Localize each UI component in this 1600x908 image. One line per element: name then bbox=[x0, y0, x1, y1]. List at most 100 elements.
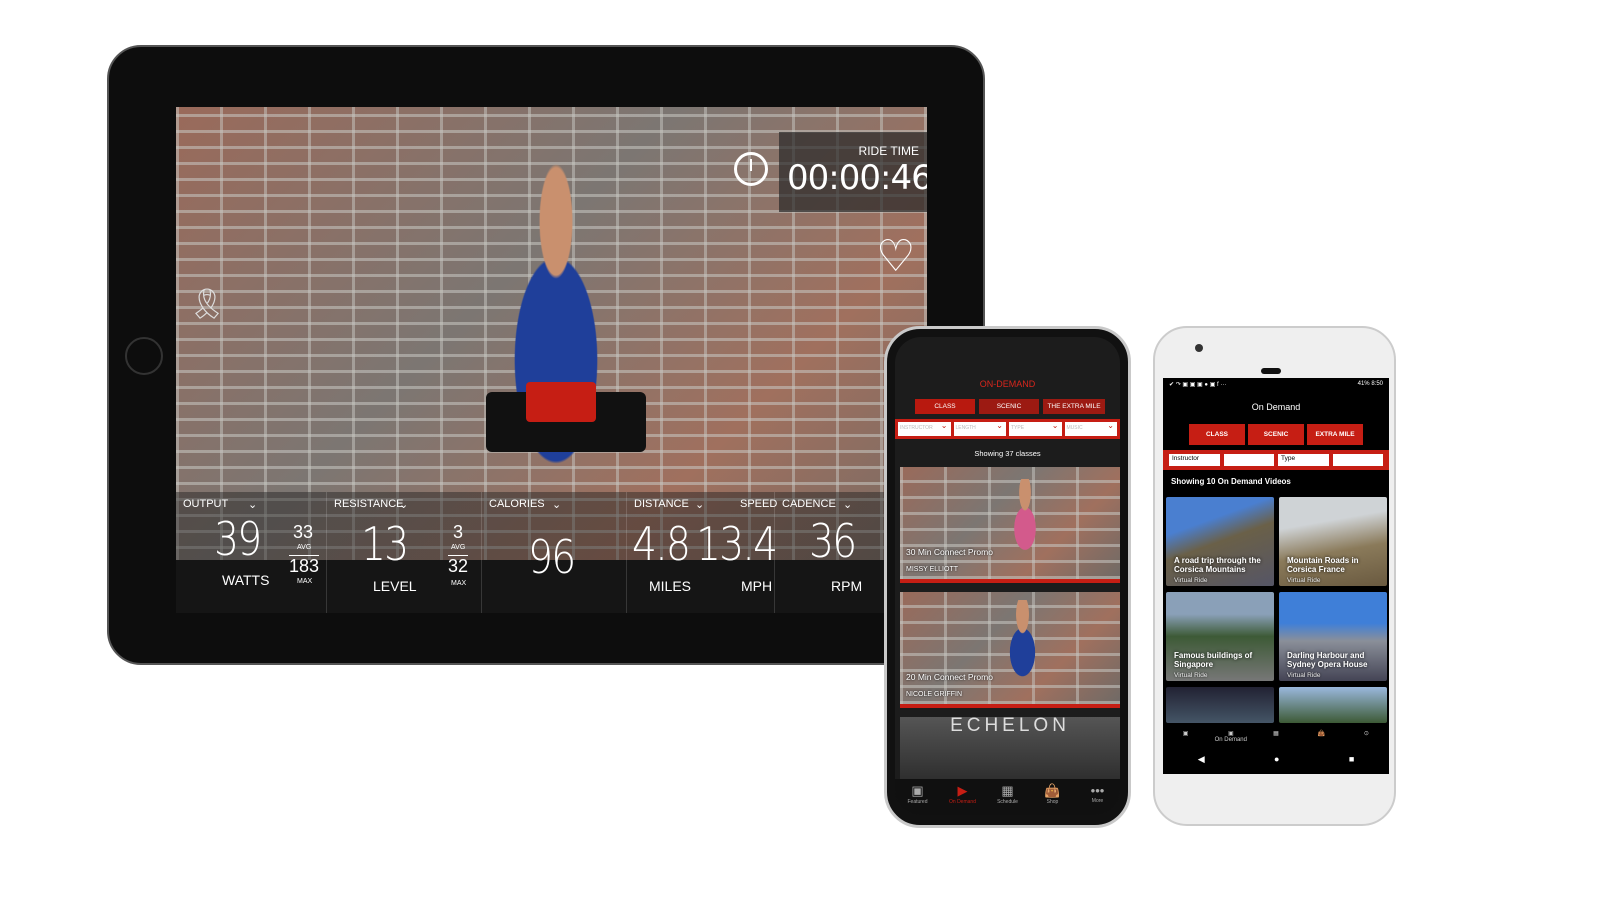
chevron-down-icon[interactable]: ⌄ bbox=[552, 498, 561, 511]
stat-label: CALORIES bbox=[489, 498, 545, 510]
stat-calories[interactable]: CALORIES ⌄ 96 bbox=[481, 492, 626, 613]
shopping-bag-icon: 👜 bbox=[1044, 783, 1061, 798]
stat-unit: LEVEL bbox=[373, 578, 417, 594]
ride-time-panel: RIDE TIME 00:00:46 bbox=[779, 132, 927, 212]
nav-label: Shop bbox=[1046, 799, 1059, 805]
award-ribbon-icon[interactable]: 🎗 bbox=[188, 287, 226, 322]
home-button[interactable] bbox=[125, 337, 163, 375]
stat-value: 13.4 bbox=[696, 517, 778, 571]
stat-distance-speed[interactable]: DISTANCE ⌄ SPEED 4.8 MILES 13.4 MPH bbox=[626, 492, 778, 613]
class-instructor: MISSY ELLIOTT bbox=[906, 566, 958, 573]
filter-instructor[interactable]: INSTRUCTOR bbox=[898, 421, 951, 436]
video-type: Virtual Ride bbox=[1287, 672, 1321, 679]
video-card[interactable]: Darling Harbour and Sydney Opera House Vi… bbox=[1279, 592, 1387, 681]
video-card[interactable]: Mountain Roads in Corsica France Virtual … bbox=[1279, 497, 1387, 586]
nav-schedule[interactable]: ▦ Schedule bbox=[985, 779, 1030, 815]
filter-music[interactable]: MUSIC bbox=[1064, 421, 1117, 436]
recents-icon[interactable]: ■ bbox=[1349, 754, 1354, 774]
nav-featured[interactable]: ▣ Featured bbox=[895, 779, 940, 815]
video-type: Virtual Ride bbox=[1174, 672, 1208, 679]
video-card[interactable] bbox=[1166, 687, 1274, 723]
stat-output[interactable]: OUTPUT ⌄ 39 WATTS 33 AVG 183 MAX bbox=[176, 492, 326, 613]
chevron-down-icon[interactable]: ⌄ bbox=[695, 498, 704, 511]
video-title: Famous buildings of Singapore bbox=[1174, 650, 1253, 670]
stat-label: CADENCE bbox=[782, 498, 836, 510]
ride-time-label: RIDE TIME bbox=[858, 144, 919, 158]
nav-more-icon[interactable]: ⊙ bbox=[1344, 730, 1389, 752]
nav-label: On Demand bbox=[949, 799, 976, 805]
tab-class[interactable]: CLASS bbox=[1189, 424, 1245, 445]
nav-schedule-icon[interactable]: ▦ bbox=[1253, 730, 1298, 752]
front-camera bbox=[1195, 344, 1203, 352]
nav-shop-icon[interactable]: 👜 bbox=[1299, 730, 1344, 752]
featured-icon: ▣ bbox=[911, 783, 924, 798]
nav-label: Schedule bbox=[997, 799, 1018, 805]
tab-scenic[interactable]: SCENIC bbox=[1248, 424, 1304, 445]
nav-label: More bbox=[1091, 798, 1104, 804]
avg-label: AVG bbox=[297, 544, 312, 551]
chevron-down-icon[interactable]: ⌄ bbox=[843, 498, 852, 511]
chevron-down-icon[interactable]: ⌄ bbox=[399, 498, 408, 511]
heart-icon[interactable]: ♡ bbox=[876, 235, 915, 279]
filter-length[interactable]: LENGTH bbox=[953, 421, 1006, 436]
back-icon[interactable]: ◀ bbox=[1198, 754, 1205, 774]
nav-featured-icon[interactable]: ▣ bbox=[1163, 730, 1208, 752]
stat-resistance[interactable]: RESISTANCE ⌄ 13 LEVEL 3 AVG 32 MAX bbox=[326, 492, 481, 613]
stat-label: SPEED bbox=[740, 498, 778, 510]
class-card[interactable]: 20 Min Connect Promo NICOLE GRIFFIN bbox=[900, 592, 1120, 708]
nav-on-demand[interactable]: ▣ On Demand bbox=[1208, 730, 1253, 752]
tab-extra-mile[interactable]: EXTRA MILE bbox=[1307, 424, 1363, 445]
chevron-down-icon[interactable]: ⌄ bbox=[248, 498, 257, 511]
nav-label: Featured bbox=[907, 799, 928, 805]
status-bar: ✔ ↷ ▣ ▣ ▣ ● ▣ f ··· 41% 8:50 bbox=[1169, 381, 1383, 388]
class-count: Showing 37 classes bbox=[974, 449, 1041, 458]
stat-value: 4.8 bbox=[632, 517, 691, 571]
echelon-logo: ECHELON bbox=[950, 715, 1070, 736]
tab-class[interactable]: CLASS bbox=[915, 399, 975, 414]
iphone-screen: ON-DEMAND CLASS SCENIC THE EXTRA MILE IN… bbox=[895, 337, 1120, 815]
stat-avg: 33 bbox=[293, 522, 314, 542]
class-title: 20 Min Connect Promo bbox=[906, 672, 993, 682]
screen-title: On Demand bbox=[1251, 402, 1301, 412]
tablet-device: RIDE TIME 00:00:46 ♡ 🎗 OUTPUT ⌄ 39 WATTS … bbox=[107, 45, 985, 665]
nav-shop[interactable]: 👜 Shop bbox=[1030, 779, 1075, 815]
stat-label: DISTANCE bbox=[634, 498, 689, 510]
video-type: Virtual Ride bbox=[1174, 577, 1208, 584]
filter-instructor[interactable]: Instructor bbox=[1169, 454, 1220, 466]
bottom-nav: ▣ ▣ On Demand ▦ 👜 ⊙ bbox=[1163, 730, 1389, 752]
filter-type[interactable]: Type bbox=[1278, 454, 1329, 466]
stats-bar: OUTPUT ⌄ 39 WATTS 33 AVG 183 MAX RESISTAN… bbox=[176, 492, 927, 613]
video-count: Showing 10 On Demand Videos bbox=[1171, 477, 1291, 486]
instructor-thumbnail bbox=[1000, 479, 1050, 569]
video-card[interactable] bbox=[1279, 687, 1387, 723]
bike-console bbox=[486, 382, 646, 452]
echelon-banner-card[interactable]: ECHELON bbox=[900, 715, 1120, 787]
clock-icon bbox=[734, 152, 768, 186]
play-icon: ▶ bbox=[957, 783, 968, 798]
bottom-nav: ▣ Featured ▶ On Demand ▦ Schedule 👜 Shop •••… bbox=[895, 779, 1120, 815]
filter-blank[interactable] bbox=[1332, 454, 1383, 466]
filter-bar: INSTRUCTOR LENGTH TYPE MUSIC bbox=[895, 419, 1120, 439]
video-card[interactable]: Famous buildings of Singapore Virtual Rid… bbox=[1166, 592, 1274, 681]
filter-blank[interactable] bbox=[1223, 454, 1274, 466]
stat-value: 36 bbox=[809, 514, 857, 568]
avg-label: AVG bbox=[451, 544, 466, 551]
nav-on-demand[interactable]: ▶ On Demand bbox=[940, 779, 985, 815]
nav-more[interactable]: ••• More bbox=[1075, 779, 1120, 815]
filter-type[interactable]: TYPE bbox=[1009, 421, 1062, 436]
stat-unit: MILES bbox=[649, 578, 692, 594]
video-card[interactable]: A road trip through the Corsica Mountain… bbox=[1166, 497, 1274, 586]
video-type: Virtual Ride bbox=[1287, 577, 1321, 584]
system-nav-bar: ◀ ● ■ bbox=[1163, 754, 1389, 774]
category-tabs: CLASS SCENIC THE EXTRA MILE bbox=[915, 399, 1105, 414]
tab-extra-mile[interactable]: THE EXTRA MILE bbox=[1043, 399, 1105, 414]
stat-label: OUTPUT bbox=[183, 498, 229, 510]
instructor-thumbnail bbox=[995, 600, 1050, 695]
class-card[interactable]: 30 Min Connect Promo MISSY ELLIOTT bbox=[900, 467, 1120, 583]
stat-unit: MPH bbox=[741, 578, 773, 594]
max-label: MAX bbox=[297, 578, 313, 585]
notification-icons: ✔ ↷ ▣ ▣ ▣ ● ▣ f ··· bbox=[1169, 382, 1227, 388]
tab-scenic[interactable]: SCENIC bbox=[979, 399, 1039, 414]
home-icon[interactable]: ● bbox=[1274, 754, 1279, 774]
android-screen: ✔ ↷ ▣ ▣ ▣ ● ▣ f ··· 41% 8:50 On Demand CL… bbox=[1163, 378, 1389, 774]
